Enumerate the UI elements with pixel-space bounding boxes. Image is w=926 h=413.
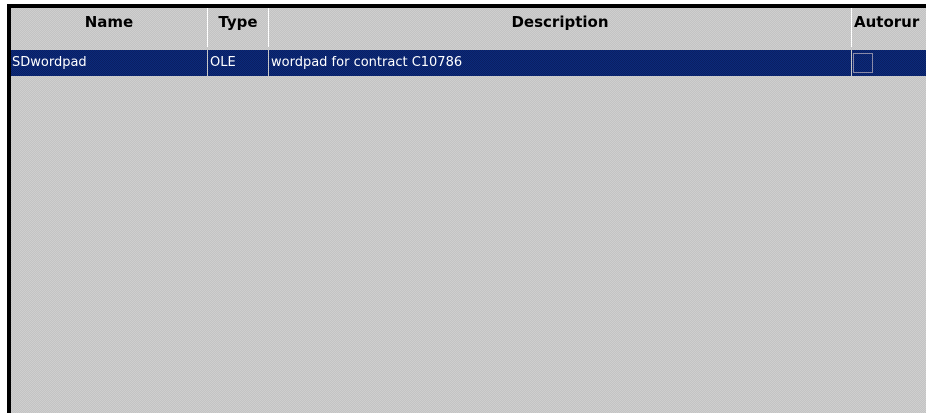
program-table: Name Type Description Autorur SDwordpad … [11,8,926,413]
table-row[interactable]: SDwordpad OLE wordpad for contract C1078… [11,50,926,76]
cell-type: OLE [208,50,269,76]
table-header: Name Type Description Autorur [11,8,926,47]
column-header-autorun[interactable]: Autorur [852,8,926,47]
column-header-type[interactable]: Type [208,8,269,47]
autorun-checkbox[interactable] [853,53,873,73]
cell-autorun [852,50,926,76]
cell-name: SDwordpad [11,50,208,76]
column-header-name[interactable]: Name [11,8,208,47]
program-list-window: Name Type Description Autorur SDwordpad … [0,0,926,413]
cell-description: wordpad for contract C10786 [269,50,852,76]
column-header-description[interactable]: Description [269,8,852,47]
